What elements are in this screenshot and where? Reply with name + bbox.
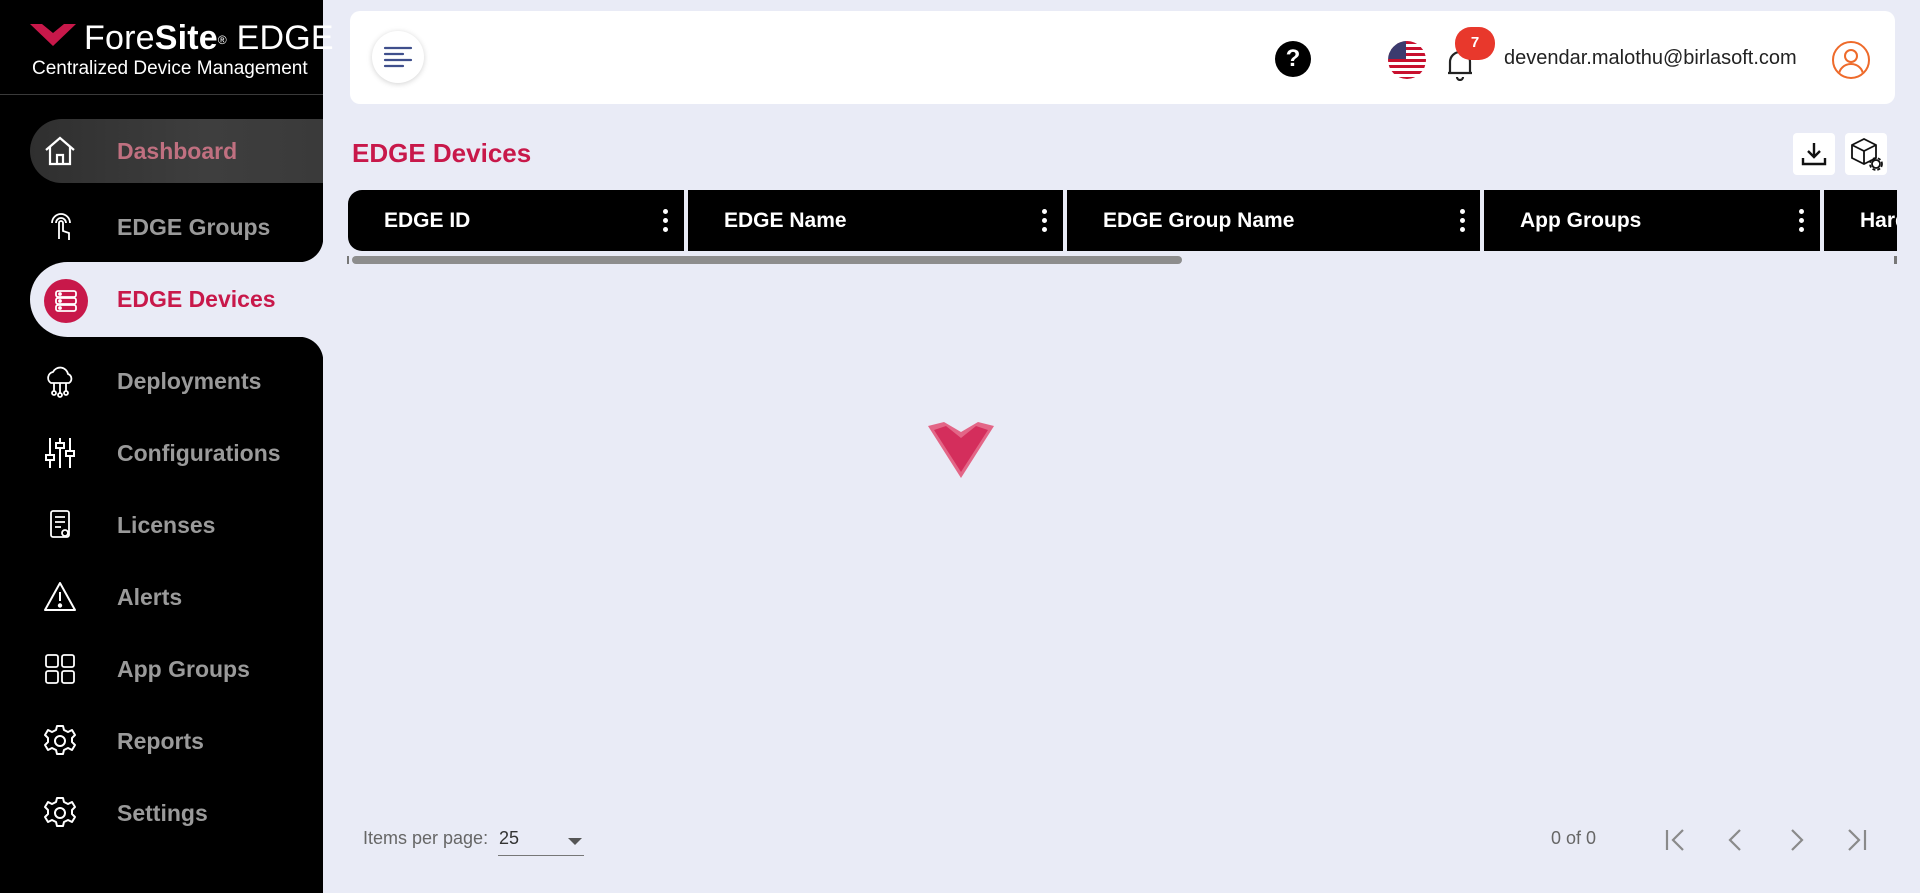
- sliders-icon: [42, 435, 78, 471]
- sidebar-item-label: Dashboard: [117, 138, 238, 164]
- column-header-label: Hard: [1860, 209, 1897, 232]
- package-settings-icon: [1851, 137, 1883, 171]
- first-page-icon: [1665, 829, 1684, 851]
- download-button[interactable]: [1793, 133, 1835, 175]
- column-header-edge-id[interactable]: EDGE ID: [348, 190, 684, 251]
- column-header-label: EDGE Group Name: [1103, 209, 1295, 232]
- page-title: EDGE Devices: [352, 138, 532, 168]
- sidebar-item-edge-devices[interactable]: EDGE Devices: [30, 267, 323, 331]
- sidebar-item-licenses[interactable]: Licenses: [30, 493, 323, 557]
- warning-icon: [42, 579, 78, 615]
- column-header-label: EDGE ID: [384, 209, 471, 232]
- devices-table: EDGE ID EDGE Name EDGE Group Name App Gr…: [348, 190, 1897, 252]
- sidebar-item-label: Alerts: [117, 584, 183, 610]
- next-page-button[interactable]: [1776, 820, 1816, 860]
- loading-spinner-icon: [928, 422, 994, 478]
- sidebar-item-label: Reports: [117, 728, 204, 754]
- last-page-button[interactable]: [1836, 820, 1876, 860]
- gear-icon: [42, 723, 78, 759]
- items-per-page-value: 25: [499, 828, 520, 848]
- column-menu-icon[interactable]: [661, 209, 669, 233]
- server-icon: [44, 279, 88, 323]
- gear-icon: [42, 795, 78, 831]
- brand-subtitle: Centralized Device Management: [32, 58, 308, 79]
- sidebar-item-label: EDGE Groups: [117, 214, 271, 240]
- user-email[interactable]: devendar.malothu@birlasoft.com: [1504, 47, 1797, 70]
- sidebar-item-app-groups[interactable]: App Groups: [30, 637, 323, 701]
- column-header-hardware[interactable]: Hard: [1824, 190, 1897, 251]
- sidebar-item-deployments[interactable]: Deployments: [30, 349, 323, 413]
- items-per-page-select[interactable]: 25: [498, 824, 584, 856]
- previous-page-button[interactable]: [1716, 820, 1756, 860]
- sidebar-item-label: Settings: [117, 800, 208, 826]
- items-per-page-label: Items per page:: [363, 828, 489, 848]
- column-menu-icon[interactable]: [1040, 209, 1048, 233]
- scrollbar-left-cap: [347, 256, 349, 264]
- horizontal-scrollbar-thumb[interactable]: [352, 256, 1182, 264]
- sidebar-item-configurations[interactable]: Configurations: [30, 421, 323, 485]
- sidebar-item-label: EDGE Devices: [117, 286, 276, 312]
- license-icon: [42, 507, 78, 543]
- dropdown-arrow-icon: [568, 838, 582, 845]
- top-header: ? 7 devendar.malothu@birlasoft.com: [350, 11, 1895, 104]
- sidebar-item-dashboard[interactable]: Dashboard: [30, 119, 323, 183]
- chevron-left-icon: [1728, 829, 1741, 851]
- menu-toggle-button[interactable]: [372, 31, 424, 83]
- us-flag-icon[interactable]: [1388, 41, 1426, 79]
- user-avatar-icon[interactable]: [1832, 41, 1870, 79]
- column-header-edge-name[interactable]: EDGE Name: [688, 190, 1063, 251]
- column-menu-icon[interactable]: [1458, 209, 1466, 233]
- page-range-label: 0 of 0: [1551, 828, 1597, 848]
- touch-icon: [42, 209, 78, 245]
- sidebar-item-reports[interactable]: Reports: [30, 709, 323, 773]
- sidebar-item-label: App Groups: [117, 656, 250, 682]
- column-header-label: App Groups: [1520, 209, 1642, 232]
- sidebar-item-label: Deployments: [117, 368, 262, 394]
- cloud-network-icon: [42, 363, 78, 399]
- help-button[interactable]: ?: [1275, 41, 1311, 77]
- sidebar-item-settings[interactable]: Settings: [30, 781, 323, 845]
- brand-name: ForeSite® EDGE: [84, 19, 334, 57]
- sidebar-item-label: Licenses: [117, 512, 216, 538]
- grid-icon: [42, 651, 78, 687]
- download-icon: [1801, 143, 1827, 166]
- scrollbar-right-cap: [1894, 256, 1897, 264]
- sidebar-item-label: Configurations: [117, 440, 281, 466]
- last-page-icon: [1848, 829, 1867, 851]
- foresite-logo-icon: [30, 24, 76, 46]
- column-header-edge-group-name[interactable]: EDGE Group Name: [1067, 190, 1480, 251]
- notification-count-badge: 7: [1455, 27, 1495, 60]
- column-header-label: EDGE Name: [724, 209, 847, 232]
- column-menu-icon[interactable]: [1797, 209, 1805, 233]
- brand-logo[interactable]: ForeSite® EDGE Centralized Device Manage…: [0, 0, 334, 95]
- sidebar-item-alerts[interactable]: Alerts: [30, 565, 323, 629]
- column-header-app-groups[interactable]: App Groups: [1484, 190, 1820, 251]
- hamburger-icon: [383, 46, 413, 68]
- sidebar: ForeSite® EDGE Centralized Device Manage…: [0, 0, 334, 893]
- first-page-button[interactable]: [1656, 820, 1696, 860]
- sidebar-item-edge-groups[interactable]: EDGE Groups: [30, 195, 323, 259]
- home-icon: [42, 133, 78, 169]
- chevron-right-icon: [1791, 829, 1804, 851]
- column-settings-button[interactable]: [1845, 133, 1887, 175]
